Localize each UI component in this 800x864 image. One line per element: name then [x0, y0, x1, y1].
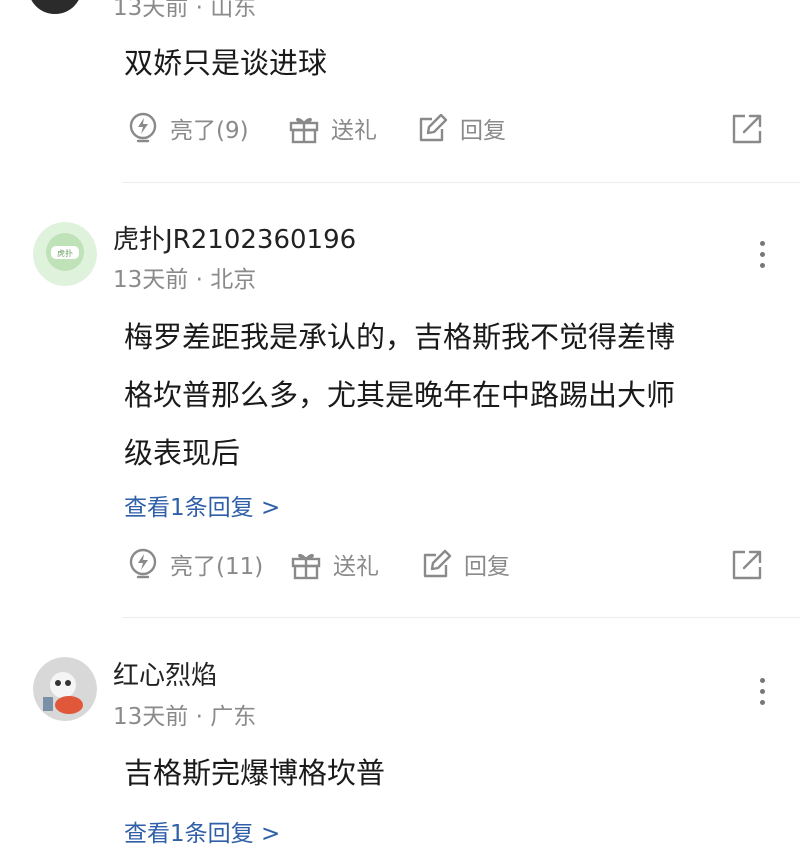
like-count: 亮了(11) — [170, 554, 264, 580]
gift-button[interactable]: 送礼 — [289, 547, 379, 581]
content-line: 格坎普那么多，尤其是晚年在中路踢出大师 — [124, 378, 676, 412]
svg-text:虎扑: 虎扑 — [57, 248, 73, 258]
avatar[interactable]: 虎扑 — [33, 222, 97, 286]
share-icon[interactable] — [730, 548, 764, 582]
share-icon[interactable] — [730, 112, 764, 146]
like-count: 亮了(9) — [170, 118, 249, 144]
reply-label: 回复 — [464, 554, 510, 580]
edit-reply-icon — [423, 549, 452, 578]
comment-content: 梅罗差距我是承认的，吉格斯我不觉得差博 格坎普那么多，尤其是晚年在中路踢出大师 … — [124, 308, 675, 482]
like-button[interactable]: 亮了(11) — [126, 547, 263, 581]
comment-content: 吉格斯完爆博格坎普 — [124, 756, 386, 790]
like-button[interactable]: 亮了(9) — [126, 111, 249, 145]
comment-meta: 13天前 · 山东 — [113, 0, 257, 21]
comment-meta: 13天前 · 广东 — [113, 704, 257, 730]
gift-label: 送礼 — [333, 554, 379, 580]
username[interactable]: 红心烈焰 — [113, 655, 217, 692]
more-vertical-icon[interactable] — [760, 678, 768, 711]
view-replies-link[interactable]: 查看1条回复 > — [124, 814, 280, 848]
divider — [122, 617, 800, 618]
content-line: 梅罗差距我是承认的，吉格斯我不觉得差博 — [124, 320, 676, 354]
gift-label: 送礼 — [331, 118, 377, 144]
comment-content: 双娇只是谈进球 — [124, 46, 328, 80]
reply-button[interactable]: 回复 — [416, 111, 506, 145]
content-line: 级表现后 — [124, 436, 241, 470]
avatar[interactable] — [33, 657, 97, 721]
gift-button[interactable]: 送礼 — [287, 111, 377, 145]
avatar[interactable] — [28, 0, 82, 14]
more-vertical-icon[interactable] — [760, 241, 768, 274]
reply-label: 回复 — [460, 118, 506, 144]
reply-button[interactable]: 回复 — [420, 547, 510, 581]
gift-icon — [289, 117, 319, 144]
username[interactable]: 虎扑JR2102360196 — [113, 219, 356, 256]
gift-icon — [291, 553, 321, 580]
view-replies-link[interactable]: 查看1条回复 > — [124, 488, 280, 522]
lightning-bulb-icon — [129, 112, 157, 143]
lightning-bulb-icon — [129, 548, 157, 579]
divider — [122, 182, 800, 183]
edit-reply-icon — [419, 113, 448, 142]
comment-meta: 13天前 · 北京 — [113, 267, 257, 293]
